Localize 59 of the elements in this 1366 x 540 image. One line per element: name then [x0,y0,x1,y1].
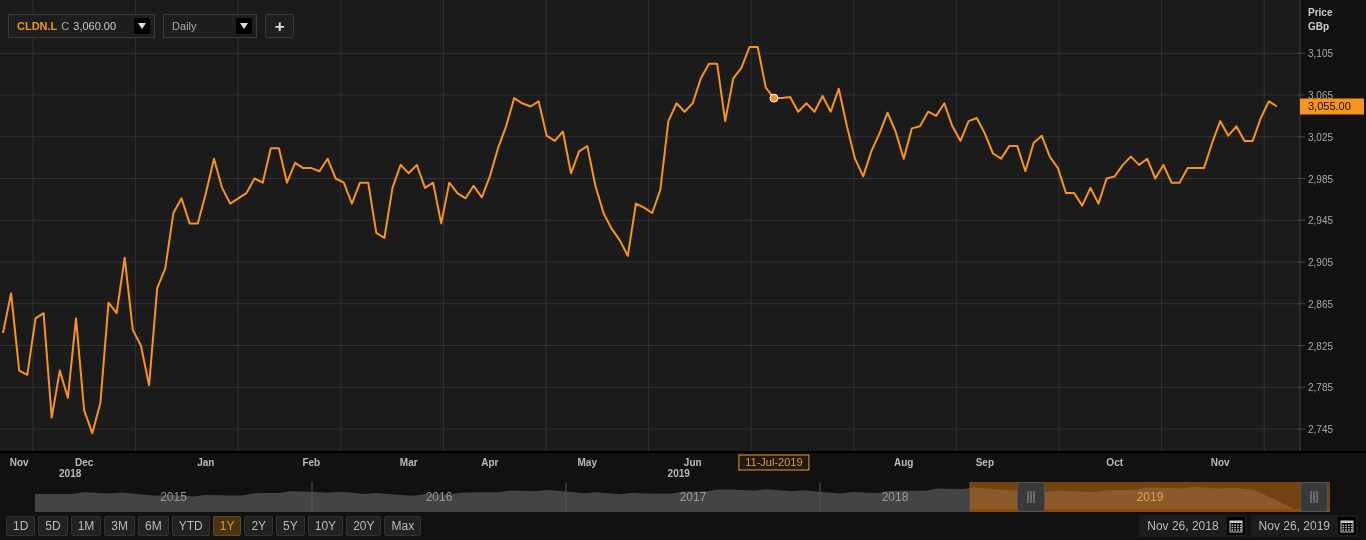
grip-icon [1310,491,1318,503]
x-axis-label: Sep [975,457,995,468]
crosshair-date-label: 11-Jul-2019 [738,454,810,471]
x-axis-label: Oct [1106,457,1124,468]
calendar-icon[interactable] [1226,517,1245,535]
crosshair-marker [769,93,779,103]
y-axis-label: 3,025 [1308,131,1334,143]
interval-dropdown[interactable]: Daily [163,14,258,38]
range-button[interactable]: 1M [70,516,102,536]
x-axis-label: Nov [9,457,29,468]
y-axis-label: 2,745 [1308,424,1334,436]
last-price-badge: 3,055.00 [1300,98,1364,115]
x-axis-label: Mar [399,457,418,468]
range-button[interactable]: 6M [138,516,169,536]
calendar-icon[interactable] [1338,517,1356,535]
navigator-segment[interactable]: 2015 [35,482,312,512]
range-button[interactable]: 1Y [212,516,242,536]
x-axis-label: Jan [197,457,215,468]
year-label: 2018 [881,490,909,504]
y-axis-label: 3,105 [1308,48,1334,60]
y-axis-label: 2,785 [1308,382,1334,394]
y-axis-label: 2,905 [1308,257,1334,268]
x-axis-label: Aug [894,457,914,468]
symbol-dropdown[interactable]: CLDN.L C 3,060.00 [8,14,156,38]
range-handle[interactable] [1017,482,1045,512]
range-button[interactable]: 5Y [276,516,305,536]
y-axis-label: 2,945 [1308,215,1334,227]
range-button[interactable]: 1D [6,516,36,536]
x-axis-year: 2019 [667,468,690,478]
range-button[interactable]: Max [384,516,422,536]
range-button[interactable]: 5D [38,516,68,536]
year-label: 2016 [425,490,453,504]
x-axis-label: Dec [74,457,94,468]
grip-icon [1027,491,1035,503]
range-button[interactable]: YTD [171,516,210,536]
x-axis-label: Nov [1210,457,1230,468]
year-label: 2015 [160,490,187,504]
x-axis-label: Feb [302,457,321,468]
x-axis-year: 2018 [59,468,82,478]
add-button[interactable]: + [265,14,295,38]
range-button[interactable]: 10Y [307,516,344,536]
y-axis-label: 2,985 [1308,173,1334,185]
axis-title: Price [1308,7,1333,18]
axis-unit: GBp [1308,21,1330,32]
range-button[interactable]: 20Y [346,516,382,536]
year-label: 2019 [1136,490,1164,504]
start-date-field[interactable]: Nov 26, 2018 [1139,515,1247,537]
range-button[interactable]: 3M [104,516,136,536]
x-axis-label: May [577,457,597,468]
range-button[interactable]: 2Y [244,516,274,536]
caret-icon[interactable] [236,18,253,34]
y-axis-label: 2,865 [1308,298,1334,310]
end-date-field[interactable]: Nov 26, 2019 [1250,515,1358,537]
x-axis-label: Apr [481,457,499,468]
range-handle[interactable] [1300,482,1328,512]
y-axis-label: 2,825 [1308,340,1334,352]
x-axis-label: Jun [683,457,702,468]
caret-icon[interactable] [134,18,151,34]
year-label: 2017 [679,490,707,504]
